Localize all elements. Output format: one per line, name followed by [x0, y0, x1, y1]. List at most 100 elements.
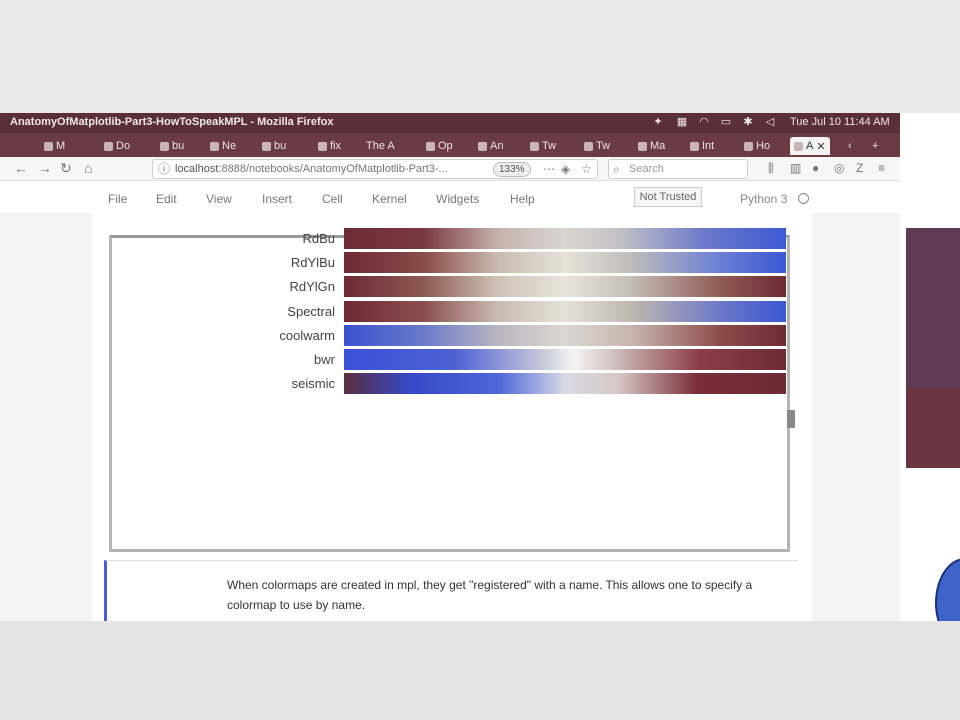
- menu-icon[interactable]: ≡: [878, 160, 885, 176]
- favicon-icon: [638, 141, 647, 151]
- markdown-cell[interactable]: When colormaps are created in mpl, they …: [104, 560, 798, 621]
- favicon-icon: [794, 141, 803, 151]
- colormap-row: coolwarm: [112, 324, 787, 347]
- colormap-label: RdYlBu: [290, 255, 335, 271]
- menu-insert[interactable]: Insert: [262, 192, 292, 206]
- tab-item[interactable]: Ne: [210, 137, 236, 155]
- desktop-screen: AnatomyOfMatplotlib-Part3-HowToSpeakMPL …: [0, 113, 960, 621]
- tab-item[interactable]: The A: [366, 137, 395, 155]
- favicon-icon: [744, 141, 753, 151]
- colormap-bar: [344, 349, 786, 370]
- menu-view[interactable]: View: [206, 192, 232, 206]
- colormap-row: RdYlBu: [112, 252, 787, 274]
- favicon-icon: [318, 141, 327, 151]
- library-icon[interactable]: ⫼: [768, 160, 774, 176]
- search-icon: ⌕: [613, 162, 620, 176]
- edge-window-block: [906, 388, 960, 468]
- url-bar[interactable]: ⓘ localhost:8888/notebooks/AnatomyOfMatp…: [152, 159, 598, 179]
- figure-resize-handle[interactable]: [787, 410, 795, 428]
- menu-edit[interactable]: Edit: [156, 192, 177, 206]
- colormap-label: RdYlGn: [289, 279, 335, 295]
- reload-icon[interactable]: ↻: [60, 160, 72, 176]
- sidebar-icon[interactable]: ▥: [790, 160, 801, 176]
- zoom-level[interactable]: 133%: [493, 162, 531, 177]
- menu-kernel[interactable]: Kernel: [372, 192, 407, 206]
- page-actions-icon[interactable]: ⋯: [543, 161, 555, 177]
- menu-file[interactable]: File: [108, 192, 127, 206]
- output-figure: RdBu RdYlBu RdYlGn Spectral coolwarm bwr seism…: [109, 228, 790, 552]
- volume-icon: ◁: [765, 116, 775, 128]
- menu-widgets[interactable]: Widgets: [436, 192, 479, 206]
- tab-item[interactable]: Ho: [744, 137, 770, 155]
- clock: Tue Jul 10 11:44 AM: [790, 116, 890, 128]
- tab-list-icon[interactable]: ‹: [848, 137, 852, 155]
- colormap-row: RdBu: [112, 228, 787, 250]
- tab-item[interactable]: Ma: [638, 137, 665, 155]
- menu-help[interactable]: Help: [510, 192, 535, 206]
- tab-item[interactable]: Tw: [584, 137, 610, 155]
- tab-strip: M Do bu Ne bu fix The A Op An Tw Tw Ma I…: [0, 133, 900, 157]
- tab-item[interactable]: Op: [426, 137, 453, 155]
- zotero-icon[interactable]: Z: [856, 160, 863, 176]
- favicon-icon: [426, 141, 435, 151]
- favicon-icon: [262, 141, 271, 151]
- colormap-row: bwr: [112, 349, 787, 371]
- favicon-icon: [160, 141, 169, 151]
- sync-icon[interactable]: ●: [812, 160, 819, 176]
- favicon-icon: [478, 141, 487, 151]
- colormap-bar: [344, 252, 786, 274]
- favicon-icon: [690, 141, 699, 151]
- colormap-label: bwr: [314, 352, 335, 367]
- bluetooth-icon: ✱: [743, 116, 753, 128]
- bookmark-star-icon[interactable]: ☆: [581, 161, 592, 177]
- kernel-name: Python 3: [740, 192, 788, 206]
- favicon-icon: [104, 141, 113, 151]
- dropbox-icon: ✦: [653, 116, 663, 128]
- colormap-bar: [344, 300, 786, 322]
- navigation-bar: ← → ↻ ⌂ ⓘ localhost:8888/notebooks/Anato…: [0, 157, 900, 181]
- menu-cell[interactable]: Cell: [322, 192, 343, 206]
- colormap-label: coolwarm: [279, 327, 335, 343]
- tab-item[interactable]: fix: [318, 137, 341, 155]
- close-tab-icon[interactable]: ✕: [816, 140, 825, 153]
- tab-item[interactable]: Int: [690, 137, 714, 155]
- colormap-bar: [344, 373, 786, 395]
- keyboard-icon: ▭: [720, 116, 732, 128]
- colormap-label: RdBu: [302, 231, 335, 246]
- colormap-row: seismic: [112, 373, 787, 395]
- window-titlebar: AnatomyOfMatplotlib-Part3-HowToSpeakMPL …: [0, 113, 900, 133]
- extension-icon[interactable]: ◎: [834, 160, 844, 176]
- tab-item[interactable]: bu: [262, 137, 286, 155]
- colormap-bar: [344, 276, 786, 298]
- favicon-icon: [210, 141, 219, 151]
- tab-item[interactable]: M: [44, 137, 65, 155]
- home-icon[interactable]: ⌂: [84, 160, 92, 176]
- back-icon[interactable]: ←: [14, 160, 28, 176]
- pocket-icon[interactable]: ◈: [561, 161, 570, 177]
- markdown-text: When colormaps are created in mpl, they …: [227, 578, 753, 612]
- colormap-label: Spectral: [287, 303, 335, 319]
- notebook-gutter-left: [0, 213, 92, 621]
- jupyter-menubar: File Edit View Insert Cell Kernel Widget…: [94, 185, 812, 211]
- tab-item[interactable]: An: [478, 137, 503, 155]
- notebook-gutter-right: [812, 213, 900, 621]
- forward-icon[interactable]: →: [38, 160, 52, 176]
- new-tab-icon[interactable]: +: [872, 137, 878, 155]
- search-input[interactable]: ⌕ Search: [608, 159, 748, 179]
- tab-item[interactable]: Do: [104, 137, 130, 155]
- favicon-icon: [530, 141, 539, 151]
- not-trusted-button[interactable]: Not Trusted: [634, 187, 702, 207]
- tab-active[interactable]: A ✕: [790, 137, 830, 155]
- logo-icon: [935, 558, 960, 621]
- window-title: AnatomyOfMatplotlib-Part3-HowToSpeakMPL …: [10, 116, 334, 128]
- tab-item[interactable]: Tw: [530, 137, 556, 155]
- edge-window-block: [906, 228, 960, 388]
- wifi-icon: ◠: [699, 116, 709, 128]
- colormap-bar: [344, 324, 786, 346]
- colormap-row: RdYlGn: [112, 276, 787, 298]
- tab-item[interactable]: bu: [160, 137, 184, 155]
- info-icon[interactable]: ⓘ: [158, 161, 170, 177]
- url-text: localhost:8888/notebooks/AnatomyOfMatplo…: [175, 163, 448, 175]
- kernel-status-icon: [798, 193, 809, 204]
- wall-background: [0, 621, 960, 720]
